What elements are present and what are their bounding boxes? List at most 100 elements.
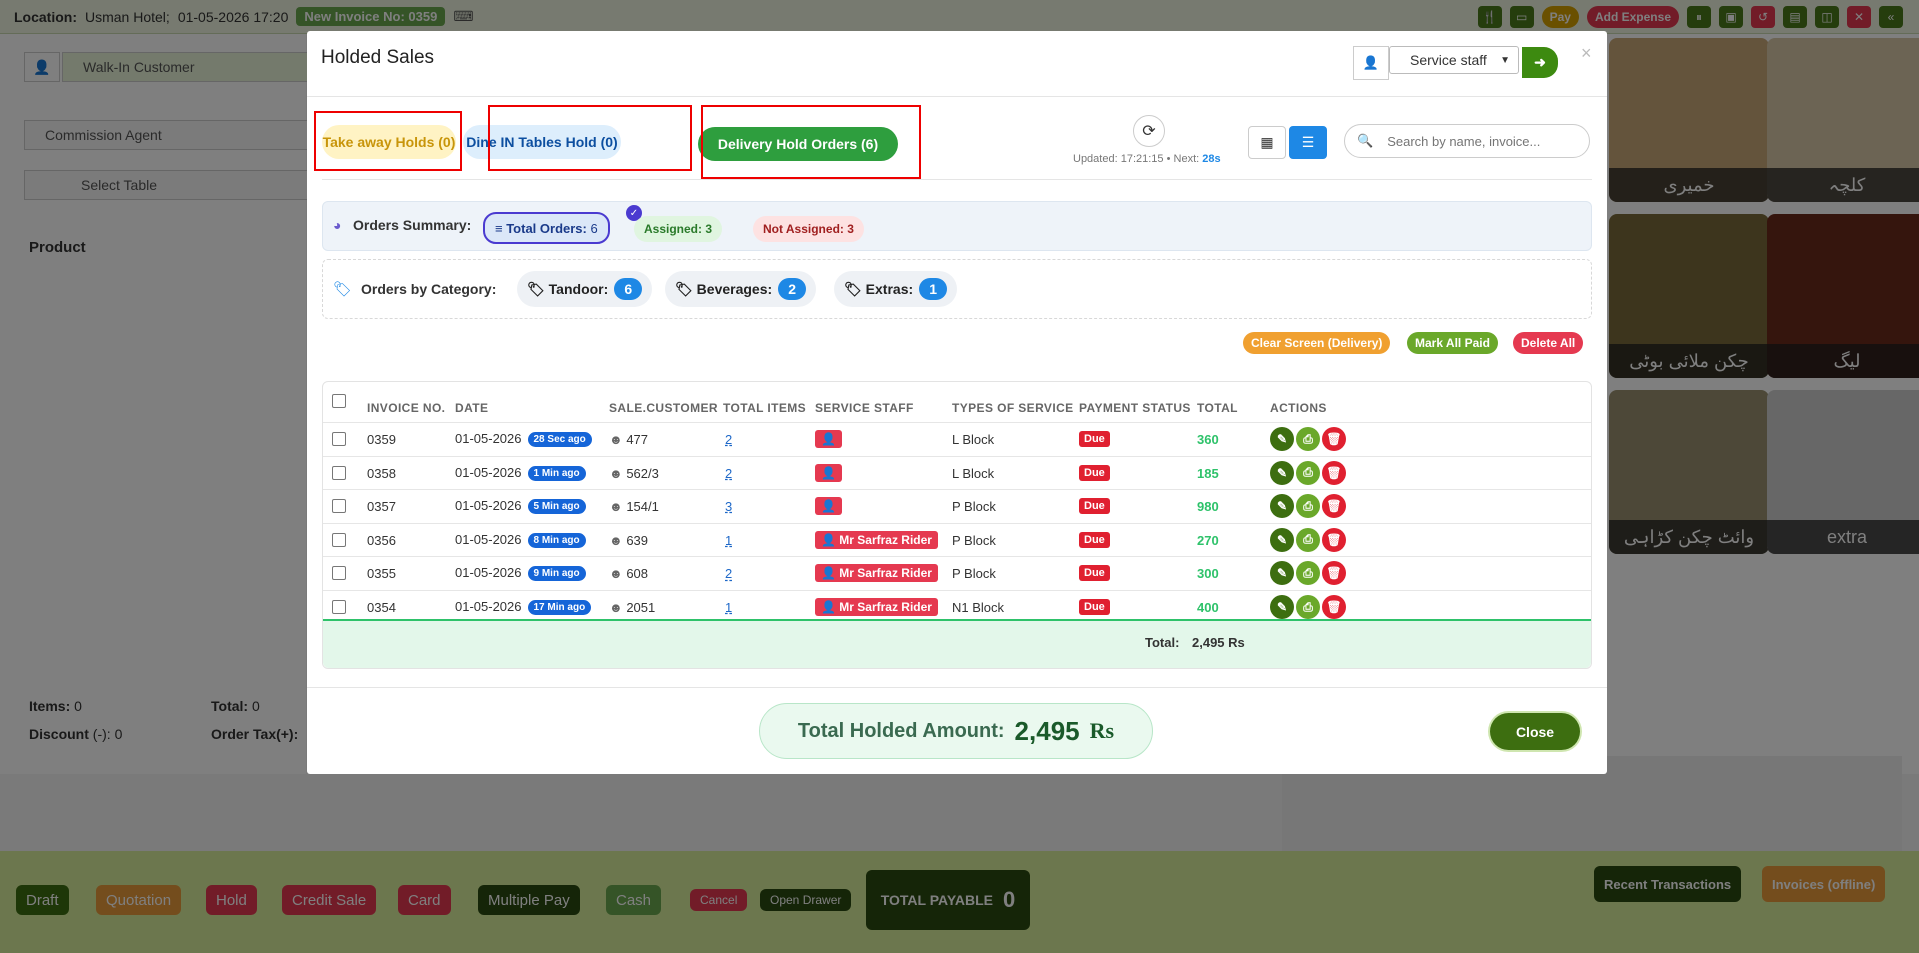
row-total: 400 — [1197, 600, 1219, 615]
total-items-link[interactable]: 2 — [725, 466, 732, 481]
trash-icon[interactable]: 🗑 — [1322, 494, 1346, 519]
select-all-checkbox[interactable] — [332, 394, 346, 408]
trash-icon[interactable]: 🗑 — [1322, 527, 1346, 552]
table-row[interactable]: 0357 01-05-2026 5 Min ago ☻ 154/1 3 👤 P Block D… — [323, 489, 1591, 523]
close-x-icon[interactable]: × — [1581, 43, 1592, 64]
divider — [307, 687, 1607, 688]
total-items-link[interactable]: 1 — [725, 533, 732, 548]
table-row[interactable]: 0358 01-05-2026 1 Min ago ☻ 562/3 2 👤 L Block D… — [323, 455, 1591, 490]
print-icon[interactable]: ⎙ — [1296, 561, 1320, 586]
service-type: P Block — [952, 499, 996, 515]
refresh-icon[interactable]: ⟳ — [1133, 115, 1165, 147]
trash-icon[interactable]: 🗑 — [1322, 460, 1346, 485]
service-staff-badge: 👤 — [815, 430, 842, 448]
column-header: SERVICE STAFF — [815, 401, 914, 415]
payment-status-badge: Due — [1079, 565, 1110, 582]
column-header: SALE.CUSTOMER — [609, 401, 718, 415]
orders-summary: ◕ Orders Summary: ≡ Total Orders: 6 ✓ As… — [322, 201, 1592, 251]
trash-icon[interactable]: 🗑 — [1322, 561, 1346, 586]
row-checkbox[interactable] — [332, 532, 346, 547]
invoice-no: 0355 — [367, 566, 396, 582]
print-icon[interactable]: ⎙ — [1296, 427, 1320, 451]
row-total: 300 — [1197, 566, 1219, 582]
list-view-icon[interactable]: ☰ — [1289, 126, 1327, 159]
row-checkbox[interactable] — [332, 499, 346, 514]
divider — [322, 179, 1592, 180]
customer-cell: ☻ 2051 — [609, 600, 656, 615]
service-type: N1 Block — [952, 600, 1005, 615]
invoice-no: 0356 — [367, 532, 396, 548]
category-tandoor[interactable]: 🏷 Tandoor: 6 — [517, 271, 653, 307]
service-type: L Block — [952, 432, 995, 447]
customer-cell: ☻ 154/1 — [609, 499, 659, 515]
service-staff-badge: 👤 — [815, 497, 842, 516]
mark-all-paid-button[interactable]: Mark All Paid — [1407, 332, 1498, 354]
total-items-link[interactable]: 1 — [725, 600, 732, 615]
trash-icon[interactable]: 🗑 — [1322, 595, 1346, 619]
edit-icon[interactable]: ✎ — [1270, 494, 1294, 519]
print-icon[interactable]: ⎙ — [1296, 494, 1320, 519]
table-row[interactable]: 0356 01-05-2026 8 Min ago ☻ 639 1 👤 Mr Sarfra… — [323, 522, 1591, 557]
close-button[interactable]: Close — [1490, 713, 1580, 750]
total-items-link[interactable]: 2 — [725, 432, 732, 447]
footer-total-label: Total: — [1145, 635, 1180, 650]
payment-status-badge: Due — [1079, 431, 1110, 447]
total-items-link[interactable]: 3 — [725, 499, 732, 514]
holded-label: Total Holded Amount: — [797, 719, 1005, 742]
column-header: PAYMENT STATUS — [1079, 401, 1191, 415]
orders-by-category: 🏷 Orders by Category: 🏷 Tandoor: 6 🏷 Beve… — [322, 259, 1592, 319]
print-icon[interactable]: ⎙ — [1296, 595, 1320, 619]
row-checkbox[interactable] — [332, 600, 346, 614]
modal-header: Holded Sales 👤 Service staff ▼ ➜ × — [307, 31, 1607, 97]
category-extras[interactable]: 🏷 Extras: 1 — [834, 271, 958, 307]
grid-view-icon[interactable]: ▦ — [1248, 126, 1286, 159]
row-checkbox[interactable] — [332, 566, 346, 581]
row-total: 270 — [1197, 532, 1219, 548]
total-orders-pill[interactable]: ≡ Total Orders: 6 — [483, 212, 610, 244]
edit-icon[interactable]: ✎ — [1270, 561, 1294, 586]
highlight-box — [488, 105, 692, 171]
edit-icon[interactable]: ✎ — [1270, 527, 1294, 552]
tags-icon: 🏷 — [333, 281, 353, 298]
assigned-pill[interactable]: Assigned: 3 — [634, 216, 723, 242]
pie-chart-icon: ◕ — [333, 217, 342, 233]
service-staff-select[interactable]: Service staff ▼ — [1389, 46, 1519, 74]
edit-icon[interactable]: ✎ — [1270, 460, 1294, 485]
clear-screen-button[interactable]: Clear Screen (Delivery) — [1243, 332, 1391, 354]
time-ago-badge: 8 Min ago — [527, 532, 586, 548]
row-total: 980 — [1197, 499, 1219, 515]
search-input[interactable] — [1387, 133, 1578, 149]
time-ago-badge: 28 Sec ago — [527, 432, 592, 447]
category-beverages[interactable]: 🏷 Beverages: 2 — [665, 271, 817, 307]
service-type: P Block — [952, 532, 996, 548]
total-items-link[interactable]: 2 — [725, 566, 732, 581]
user-circle-icon: ☻ — [609, 499, 623, 515]
service-type: P Block — [952, 566, 996, 582]
column-header: TYPES OF SERVICE — [952, 401, 1074, 415]
table-row[interactable]: 0355 01-05-2026 9 Min ago ☻ 608 2 👤 Mr Sarfra… — [323, 556, 1591, 590]
print-icon[interactable]: ⎙ — [1296, 460, 1320, 485]
highlight-box — [701, 105, 921, 179]
row-checkbox[interactable] — [332, 432, 346, 446]
user-circle-icon: ☻ — [609, 532, 623, 548]
arrow-right-icon[interactable]: ➜ — [1522, 47, 1558, 78]
edit-icon[interactable]: ✎ — [1270, 427, 1294, 451]
trash-icon[interactable]: 🗑 — [1322, 427, 1346, 451]
row-checkbox[interactable] — [332, 465, 346, 480]
user-icon: 👤 — [1353, 46, 1389, 80]
payment-status-badge: Due — [1079, 498, 1110, 515]
edit-icon[interactable]: ✎ — [1270, 595, 1294, 619]
table-row[interactable]: 0359 01-05-2026 28 Sec ago ☻ 477 2 👤 L Block Du… — [323, 422, 1591, 456]
customer-cell: ☻ 639 — [609, 532, 649, 548]
date-cell: 01-05-2026 5 Min ago — [455, 498, 586, 515]
service-staff-badge: 👤 Mr Sarfraz Rider — [815, 564, 938, 583]
holds-table: INVOICE NO. DATE SALE.CUSTOMER TOTAL ITE… — [322, 381, 1592, 669]
update-status: Updated: 17:21:15 • Next: 28s — [1073, 153, 1221, 165]
date-cell: 01-05-2026 17 Min ago — [455, 599, 592, 615]
user-circle-icon: ☻ — [609, 566, 623, 582]
date-cell: 01-05-2026 28 Sec ago — [455, 431, 592, 447]
print-icon[interactable]: ⎙ — [1296, 527, 1320, 552]
not-assigned-pill[interactable]: Not Assigned: 3 — [753, 216, 864, 242]
holded-sales-modal: Holded Sales 👤 Service staff ▼ ➜ × Take a… — [307, 31, 1607, 774]
delete-all-button[interactable]: Delete All — [1513, 332, 1584, 354]
